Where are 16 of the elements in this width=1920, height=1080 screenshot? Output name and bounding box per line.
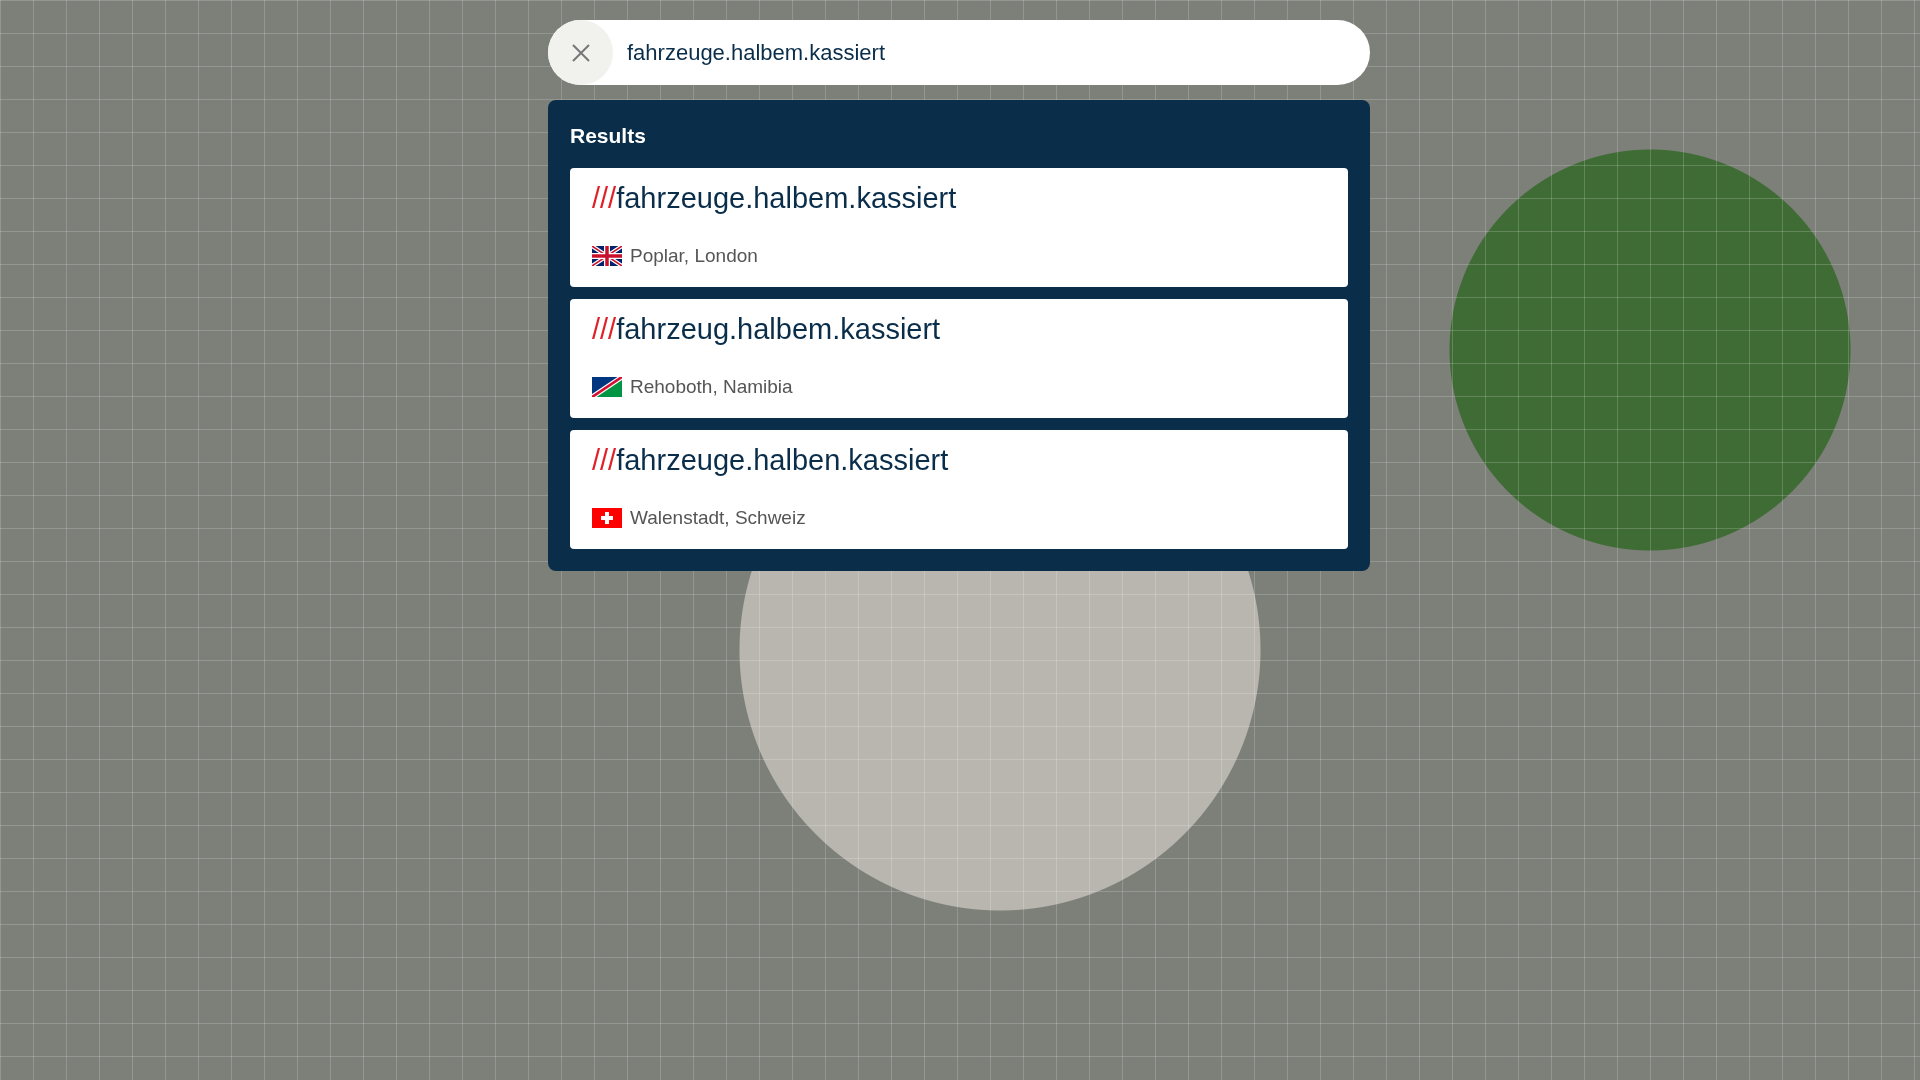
search-bar[interactable]: fahrzeuge.halbem.kassiert — [548, 20, 1370, 85]
address-text: ///fahrzeuge.halben.kassiert — [592, 444, 950, 477]
location-text: Walenstadt, Schweiz — [630, 507, 806, 529]
search-field[interactable]: fahrzeuge.halbem.kassiert — [625, 38, 1229, 67]
result-card[interactable]: ///fahrzeug.halbem.kassiert Rehoboth, Namibia — [570, 299, 1348, 418]
location-text: Poplar, London — [630, 245, 758, 267]
results-title: Results — [570, 124, 647, 148]
address-text: ///fahrzeug.halbem.kassiert — [592, 313, 942, 346]
flag-icon — [592, 246, 622, 266]
address-text: ///fahrzeuge.halbem.kassiert — [592, 182, 958, 215]
result-card[interactable]: ///fahrzeuge.halbem.kassiert Poplar, London — [570, 168, 1348, 287]
location-text: Rehoboth, Namibia — [630, 376, 793, 398]
close-icon — [570, 42, 591, 63]
flag-icon — [592, 377, 622, 397]
flag-icon — [592, 508, 622, 528]
result-card[interactable]: ///fahrzeuge.halben.kassiert Walenstadt, Schweiz — [570, 430, 1348, 549]
